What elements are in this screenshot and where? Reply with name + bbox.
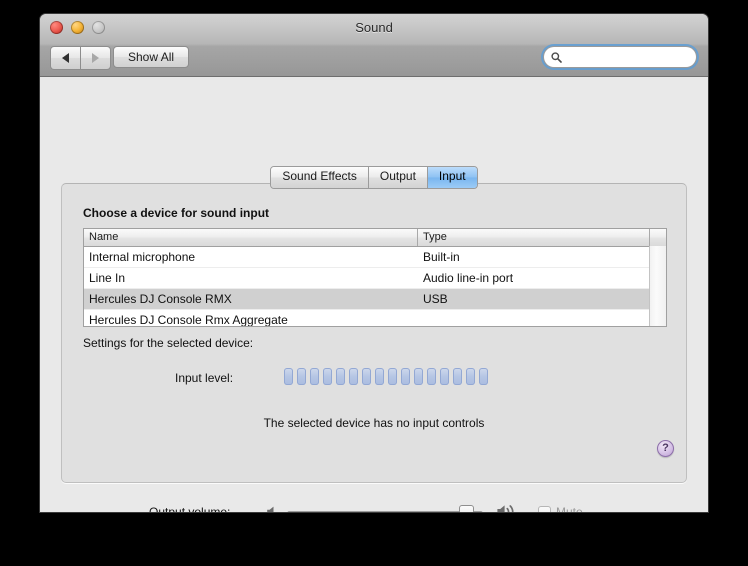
help-button[interactable]: ? xyxy=(657,440,674,457)
search-field[interactable] xyxy=(544,47,696,67)
settings-label: Settings for the selected device: xyxy=(83,336,254,350)
input-level-segment xyxy=(440,368,449,385)
input-level-segment xyxy=(466,368,475,385)
sound-preferences-window: Sound Show All Sound Effects Output Inpu… xyxy=(40,14,708,512)
device-type: USB xyxy=(423,292,448,306)
screen: Sound Show All Sound Effects Output Inpu… xyxy=(0,0,748,566)
no-input-controls-message: The selected device has no input control… xyxy=(263,416,485,430)
tab-output[interactable]: Output xyxy=(368,167,428,188)
window-content: Sound Effects Output Input Choose a devi… xyxy=(40,77,708,512)
input-level-meter xyxy=(284,368,488,385)
device-type xyxy=(418,310,650,326)
output-volume-label: Output volume: xyxy=(149,505,231,512)
window-title: Sound xyxy=(355,20,393,35)
speaker-high-icon xyxy=(497,505,514,512)
input-level-segment xyxy=(401,368,410,385)
search-icon xyxy=(551,51,562,63)
input-level-segment xyxy=(297,368,306,385)
input-level-segment xyxy=(427,368,436,385)
table-row-selected[interactable]: Hercules DJ Console RMX USB xyxy=(84,289,666,310)
column-header-type[interactable]: Type xyxy=(418,229,650,246)
table-row[interactable]: Internal microphone Built-in xyxy=(84,247,666,268)
column-header-name[interactable]: Name xyxy=(84,229,418,246)
input-level-segment xyxy=(310,368,319,385)
tab-sound-effects[interactable]: Sound Effects xyxy=(271,167,369,188)
input-level-segment xyxy=(479,368,488,385)
device-name: Line In xyxy=(89,271,126,285)
input-level-segment xyxy=(414,368,423,385)
table-scrollbar[interactable] xyxy=(649,246,666,326)
show-all-button[interactable]: Show All xyxy=(113,46,190,68)
mute-control[interactable]: Mute xyxy=(538,505,583,512)
input-level-segment xyxy=(375,368,384,385)
search-input[interactable] xyxy=(566,49,690,65)
back-button[interactable] xyxy=(50,46,80,70)
device-type: Audio line-in port xyxy=(423,271,514,285)
tab-input[interactable]: Input xyxy=(427,167,477,188)
device-name: Internal microphone xyxy=(89,250,196,264)
input-level-segment xyxy=(362,368,371,385)
output-volume-slider[interactable] xyxy=(287,505,483,512)
input-level-label: Input level: xyxy=(175,371,234,385)
input-settings-panel: Choose a device for sound input Name Typ… xyxy=(61,183,687,483)
window-titlebar: Sound Show All xyxy=(40,14,708,77)
forward-button xyxy=(80,46,111,70)
input-level-segment xyxy=(323,368,332,385)
speaker-low-icon xyxy=(267,506,274,512)
input-level-segment xyxy=(284,368,293,385)
table-row[interactable]: Line In Audio line-in port xyxy=(84,268,666,289)
slider-track xyxy=(287,511,483,512)
table-row[interactable]: Hercules DJ Console Rmx Aggregate xyxy=(84,310,666,327)
device-name: Hercules DJ Console RMX xyxy=(89,292,232,306)
device-name: Hercules DJ Console Rmx Aggregate xyxy=(89,313,288,327)
input-level-segment xyxy=(349,368,358,385)
panel-title: Choose a device for sound input xyxy=(83,206,270,220)
slider-thumb[interactable] xyxy=(459,505,474,512)
tab-bar: Sound Effects Output Input xyxy=(40,166,708,189)
triangle-right-icon xyxy=(92,53,99,63)
device-type: Built-in xyxy=(423,250,460,264)
triangle-left-icon xyxy=(62,53,69,63)
device-table: Name Type Internal microphone Built-in L… xyxy=(83,228,667,327)
column-header-spacer xyxy=(650,229,666,246)
input-level-segment xyxy=(453,368,462,385)
table-header-row: Name Type xyxy=(84,229,666,247)
mute-label: Mute xyxy=(556,505,583,512)
mute-checkbox[interactable] xyxy=(538,505,551,512)
input-level-segment xyxy=(336,368,345,385)
input-level-segment xyxy=(388,368,397,385)
navigation-segmented-control xyxy=(50,46,111,70)
